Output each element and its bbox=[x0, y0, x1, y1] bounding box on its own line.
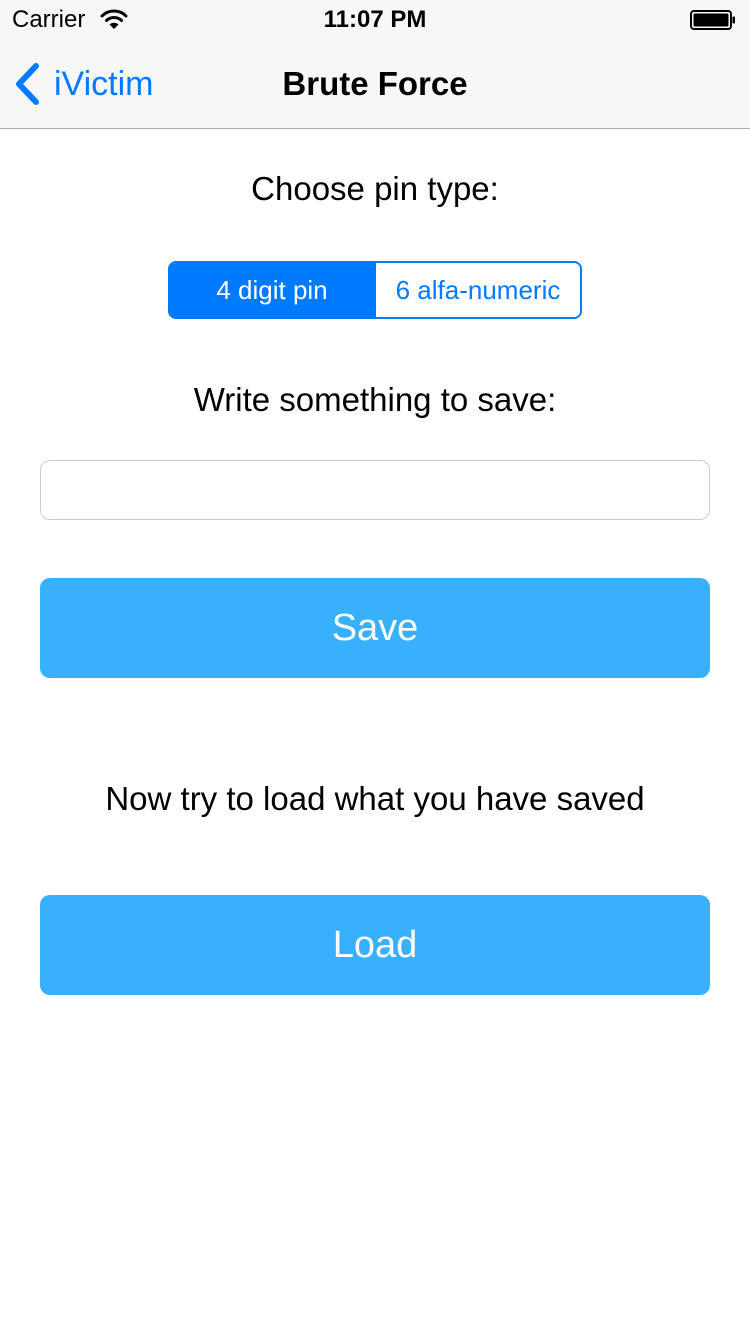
save-text-input[interactable] bbox=[40, 460, 710, 520]
pin-type-segmented-control: 4 digit pin 6 alfa-numeric bbox=[168, 261, 582, 319]
segment-4-digit-pin[interactable]: 4 digit pin bbox=[170, 263, 374, 317]
status-time: 11:07 PM bbox=[323, 6, 427, 33]
page-title: Brute Force bbox=[282, 65, 468, 102]
save-button[interactable]: Save bbox=[40, 578, 710, 678]
battery-icon bbox=[690, 10, 735, 30]
navigation-bar: iVictim Brute Force bbox=[0, 40, 750, 128]
status-bar: Carrier 11:07 PM bbox=[0, 0, 750, 40]
top-bar: Carrier 11:07 PM iVictim Brute Force bbox=[0, 0, 750, 129]
pin-type-label: Choose pin type: bbox=[251, 170, 499, 207]
load-prompt-label: Now try to load what you have saved bbox=[105, 780, 645, 817]
save-prompt-label: Write something to save: bbox=[193, 381, 557, 418]
screen: Carrier 11:07 PM iVictim Brute Force Cho… bbox=[0, 0, 750, 1334]
segment-6-alfa-numeric[interactable]: 6 alfa-numeric bbox=[374, 263, 580, 317]
load-button[interactable]: Load bbox=[40, 895, 710, 995]
